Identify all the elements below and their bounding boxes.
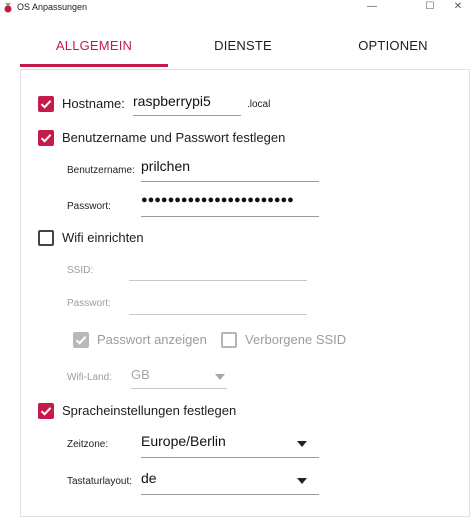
window-title: OS Anpassungen <box>17 2 88 12</box>
ssid-input[interactable] <box>129 258 307 281</box>
keyboard-select[interactable]: de <box>141 470 319 495</box>
hostname-input[interactable]: raspberrypi5 <box>133 93 241 116</box>
window-titlebar: OS Anpassungen — ☐ ✕ <box>0 0 474 16</box>
show-password-label: Passwort anzeigen <box>97 332 207 347</box>
checkmark-icon <box>40 100 52 109</box>
checkmark-icon <box>40 407 52 416</box>
password-value: ●●●●●●●●●●●●●●●●●●●●●●● <box>141 194 294 206</box>
hidden-ssid-label: Verborgene SSID <box>245 332 347 347</box>
password-input[interactable]: ●●●●●●●●●●●●●●●●●●●●●●● <box>141 193 319 217</box>
show-password-checkbox[interactable] <box>73 332 89 348</box>
checkmark-icon <box>75 336 87 345</box>
user-password-checkbox[interactable] <box>38 130 54 146</box>
keyboard-label: Tastaturlayout: <box>67 476 133 487</box>
timezone-select[interactable]: Europe/Berlin <box>141 433 319 458</box>
username-value: prilchen <box>141 158 191 174</box>
wifi-country-value: GB <box>131 367 150 382</box>
wifi-country-select[interactable]: GB <box>131 367 227 389</box>
checkmark-icon <box>40 134 52 143</box>
username-label: Benutzername: <box>67 165 135 176</box>
timezone-label: Zeitzone: <box>67 439 109 450</box>
tab-optionen[interactable]: OPTIONEN <box>318 26 468 66</box>
wifi-label: Wifi einrichten <box>62 230 144 245</box>
wifi-checkbox[interactable] <box>38 230 54 246</box>
hostname-checkbox[interactable] <box>38 96 54 112</box>
ssid-label: SSID: <box>67 265 94 276</box>
raspberry-logo-icon <box>4 2 12 13</box>
hidden-ssid-checkbox[interactable] <box>221 332 237 348</box>
tab-allgemein[interactable]: ALLGEMEIN <box>20 26 168 66</box>
wifi-password-label: Passwort: <box>67 298 111 309</box>
dropdown-arrow-icon <box>297 441 307 447</box>
settings-panel: Hostname: raspberrypi5 .local Benutzerna… <box>20 69 470 517</box>
minimize-button[interactable]: — <box>352 0 392 16</box>
tab-bar: ALLGEMEIN DIENSTE OPTIONEN <box>20 26 470 68</box>
wifi-country-label: Wifi-Land: <box>67 372 113 383</box>
dropdown-arrow-icon <box>297 478 307 484</box>
locale-label: Spracheinstellungen festlegen <box>62 403 237 418</box>
keyboard-value: de <box>141 470 157 486</box>
user-password-label: Benutzername und Passwort festlegen <box>62 130 286 145</box>
wifi-password-input[interactable] <box>129 292 307 315</box>
locale-checkbox[interactable] <box>38 403 54 419</box>
password-label: Passwort: <box>67 201 111 212</box>
hostname-label: Hostname: <box>62 96 125 111</box>
dropdown-arrow-icon <box>215 374 225 380</box>
tab-dienste[interactable]: DIENSTE <box>168 26 318 66</box>
hostname-suffix: .local <box>247 99 271 110</box>
username-input[interactable]: prilchen <box>141 158 319 182</box>
hostname-value: raspberrypi5 <box>133 93 211 109</box>
timezone-value: Europe/Berlin <box>141 433 226 449</box>
close-button[interactable]: ✕ <box>438 0 474 16</box>
active-tab-indicator <box>20 64 168 67</box>
